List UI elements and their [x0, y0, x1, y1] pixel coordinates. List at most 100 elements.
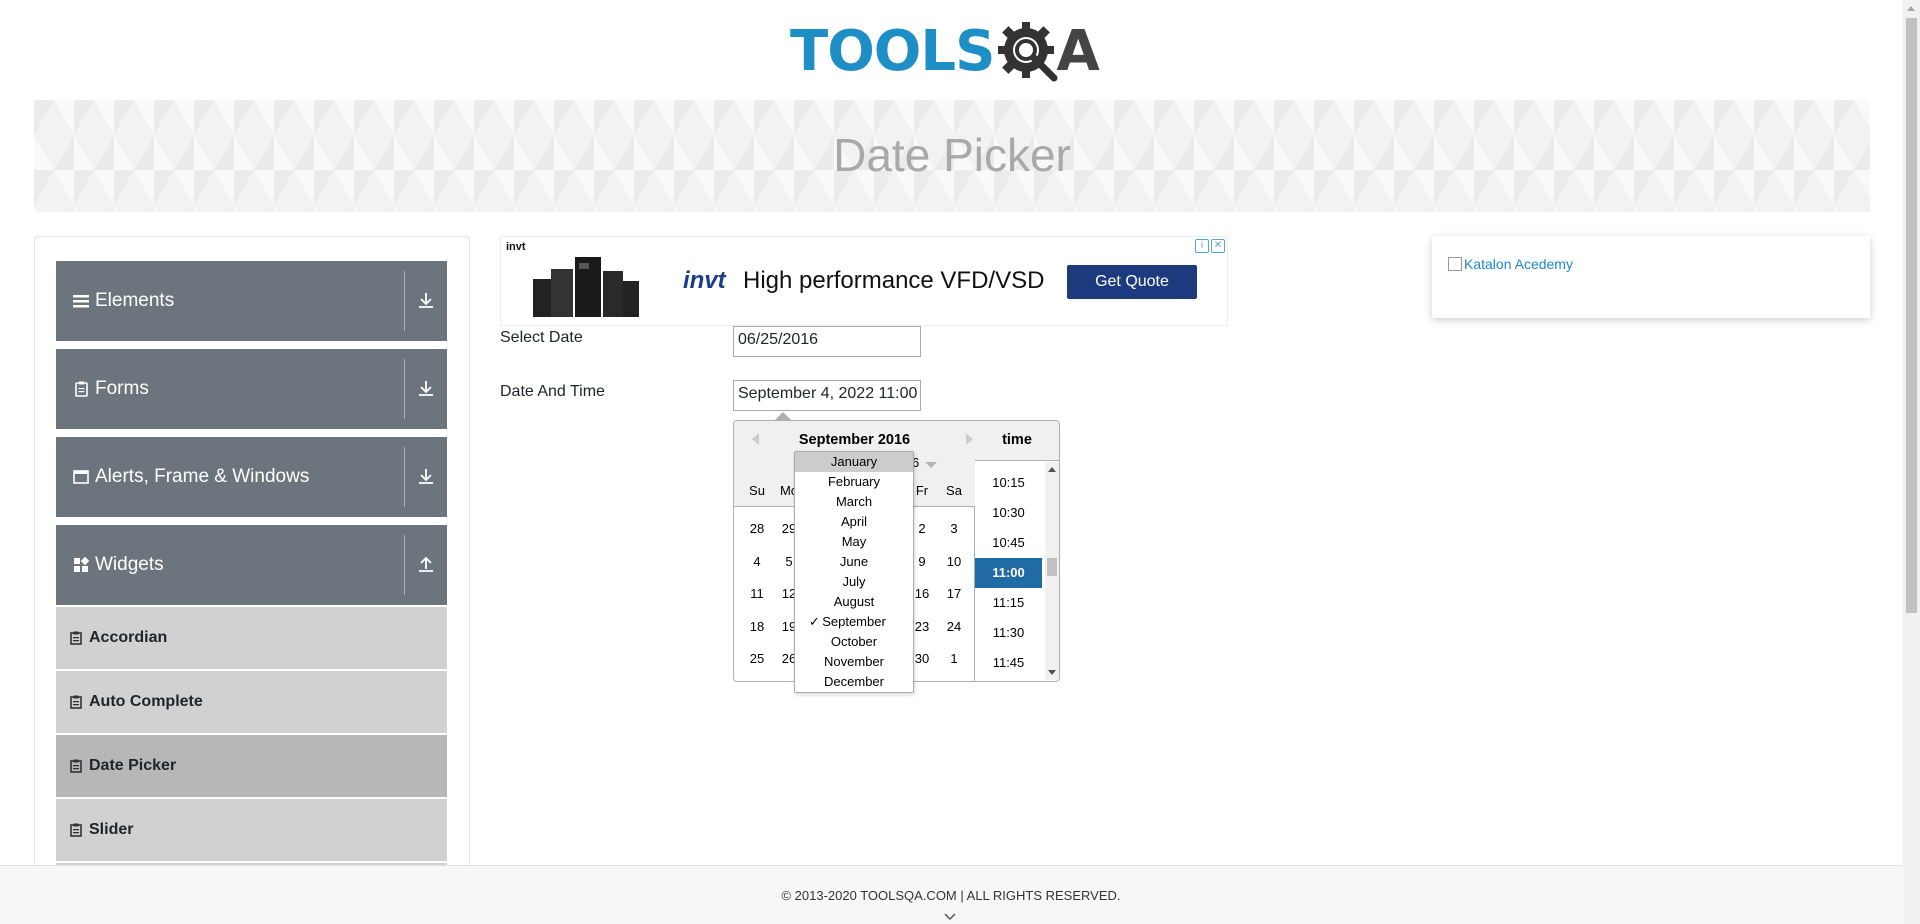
time-list[interactable]: 10:15 10:30 10:45 11:00 11:15 11:30 11:4…: [975, 462, 1059, 680]
scroll-thumb[interactable]: [1906, 18, 1917, 613]
ad-small-brand: invt: [506, 241, 526, 253]
time-scrollbar[interactable]: [1045, 462, 1059, 680]
month-option[interactable]: December: [795, 672, 913, 692]
month-select-dropdown[interactable]: January February March April May June Ju…: [794, 451, 914, 693]
divider: [404, 535, 405, 595]
ad-brand: invt: [683, 267, 726, 294]
calendar-day[interactable]: 28: [741, 521, 773, 536]
ad-banner[interactable]: invt invt High performance VFD/VSD Get Q…: [500, 236, 1228, 326]
calendar-day[interactable]: 4: [741, 554, 773, 569]
time-option-selected[interactable]: 11:00: [975, 558, 1042, 588]
month-option[interactable]: March: [795, 492, 913, 512]
month-option-label: September: [822, 614, 886, 629]
page-scrollbar[interactable]: [1903, 0, 1920, 924]
date-time-input[interactable]: September 4, 2022 11:00 AM: [733, 380, 921, 411]
hamburger-icon: [73, 293, 89, 309]
calendar-day[interactable]: 24: [938, 619, 970, 634]
time-option[interactable]: 11:45: [975, 648, 1042, 678]
select-date-label: Select Date: [500, 329, 583, 346]
chevron-down-icon[interactable]: [943, 912, 957, 922]
broken-image-icon: [1448, 257, 1462, 271]
sidebar-group-forms[interactable]: Forms: [56, 349, 447, 429]
divider: [404, 447, 405, 507]
clipboard-icon: [70, 695, 82, 709]
scroll-up-icon[interactable]: [1907, 6, 1915, 11]
time-option[interactable]: 10:15: [975, 468, 1042, 498]
clipboard-icon: [73, 381, 89, 397]
copyright-text: © 2013-2020 TOOLSQA.COM | ALL RIGHTS RES…: [781, 888, 1121, 903]
month-option-selected[interactable]: ✓ September: [795, 612, 913, 632]
calendar-day[interactable]: 17: [938, 586, 970, 601]
scroll-thumb[interactable]: [1047, 558, 1057, 576]
datepicker-pointer: [775, 412, 791, 420]
time-option[interactable]: 10:45: [975, 528, 1042, 558]
sidebar-group-widgets[interactable]: Widgets: [56, 525, 447, 605]
month-option[interactable]: July: [795, 572, 913, 592]
page-title: Date Picker: [833, 129, 1071, 181]
sidebar-item-auto-complete[interactable]: Auto Complete: [56, 671, 447, 733]
calendar-day[interactable]: 1: [938, 651, 970, 666]
chevron-down-icon[interactable]: [925, 462, 937, 468]
download-icon[interactable]: [415, 377, 437, 399]
sidebar-group-label: Elements: [95, 290, 175, 311]
month-option[interactable]: May: [795, 532, 913, 552]
month-option[interactable]: November: [795, 652, 913, 672]
clipboard-icon: [70, 823, 82, 837]
close-icon[interactable]: ✕: [1211, 239, 1225, 253]
calendar-day[interactable]: 3: [938, 521, 970, 536]
sidebar-item-slider[interactable]: Slider: [56, 799, 447, 861]
calendar-day[interactable]: 25: [741, 651, 773, 666]
month-option[interactable]: August: [795, 592, 913, 612]
sidebar-item-date-picker[interactable]: Date Picker: [56, 735, 447, 797]
sidebar-item-label: Date Picker: [89, 757, 177, 774]
calendar-day[interactable]: 11: [741, 586, 773, 601]
divider: [404, 271, 405, 331]
logo-suffix: A: [1056, 19, 1100, 84]
right-ad: Katalon Acedemy: [1432, 236, 1870, 318]
calendar-day[interactable]: 18: [741, 619, 773, 634]
scroll-down-icon[interactable]: [1048, 670, 1056, 675]
gear-magnifier-icon: [998, 22, 1058, 82]
download-icon[interactable]: [415, 289, 437, 311]
time-header: time: [975, 421, 1059, 461]
upload-icon[interactable]: [415, 553, 437, 575]
clipboard-icon: [70, 759, 82, 773]
widgets-icon: [73, 557, 89, 573]
katalon-ad-link[interactable]: Katalon Acedemy: [1448, 256, 1573, 272]
info-icon[interactable]: i: [1195, 239, 1209, 253]
katalon-ad-alt: Katalon Acedemy: [1464, 256, 1573, 272]
month-option[interactable]: June: [795, 552, 913, 572]
weekday-su: Su: [749, 483, 765, 498]
sidebar-group-alerts[interactable]: Alerts, Frame & Windows: [56, 437, 447, 517]
time-option[interactable]: 11:15: [975, 588, 1042, 618]
sidebar-group-label: Forms: [95, 378, 149, 399]
download-icon[interactable]: [415, 465, 437, 487]
month-option[interactable]: April: [795, 512, 913, 532]
month-option[interactable]: October: [795, 632, 913, 652]
sidebar-item-label: Auto Complete: [89, 693, 203, 710]
toolsqa-logo[interactable]: TOOLS A: [790, 14, 1115, 90]
divider: [404, 359, 405, 419]
select-date-input[interactable]: 06/25/2016: [733, 326, 921, 357]
time-option[interactable]: 11:30: [975, 618, 1042, 648]
check-icon: ✓: [809, 614, 820, 629]
get-quote-button[interactable]: Get Quote: [1067, 265, 1197, 299]
footer: © 2013-2020 TOOLSQA.COM | ALL RIGHTS RES…: [0, 865, 1902, 924]
clipboard-icon: [70, 631, 82, 645]
logo-text: TOOLS: [790, 19, 995, 84]
time-option[interactable]: 10:30: [975, 498, 1042, 528]
sidebar-item-accordian[interactable]: Accordian: [56, 607, 447, 669]
sidebar-item-label: Slider: [89, 821, 134, 838]
ad-controls: i ✕: [1195, 239, 1225, 253]
sidebar-group-label: Widgets: [95, 554, 164, 575]
month-option[interactable]: January: [795, 452, 913, 472]
time-panel: time 10:15 10:30 10:45 11:00 11:15 11:30…: [975, 421, 1059, 681]
date-time-label: Date And Time: [500, 383, 605, 400]
sidebar-group-elements[interactable]: Elements: [56, 261, 447, 341]
weekday-sa: Sa: [946, 483, 962, 498]
month-option[interactable]: February: [795, 472, 913, 492]
window-icon: [73, 469, 89, 485]
scroll-up-icon[interactable]: [1048, 467, 1056, 472]
calendar-day[interactable]: 10: [938, 554, 970, 569]
sidebar-item-label: Accordian: [89, 629, 168, 646]
